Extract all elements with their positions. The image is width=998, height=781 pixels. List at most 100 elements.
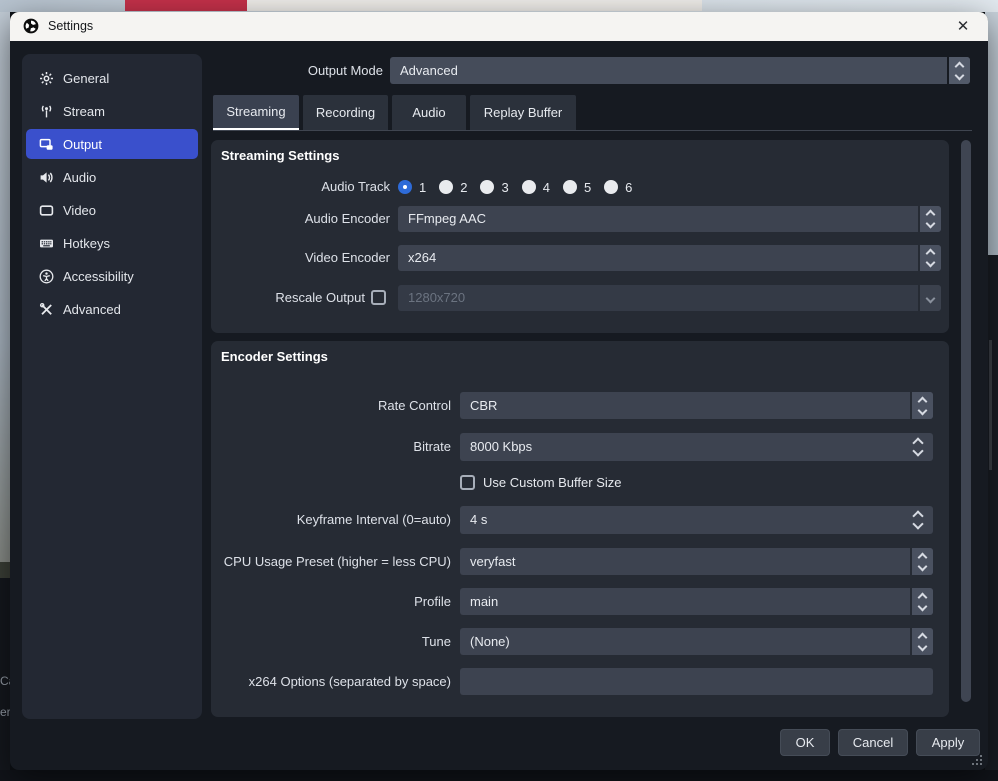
sidebar-item-label: Hotkeys <box>63 236 110 251</box>
streaming-settings-panel: Streaming Settings Audio Track 1 2 3 4 5… <box>211 140 949 333</box>
desktop-white-bar <box>247 0 702 11</box>
combo-spinner[interactable] <box>910 628 933 655</box>
output-mode-select[interactable]: Advanced <box>390 57 970 84</box>
panel-title: Streaming Settings <box>221 148 339 163</box>
tab-label: Audio <box>412 105 445 120</box>
radio-label: 4 <box>543 180 550 195</box>
profile-select[interactable]: main <box>460 588 933 615</box>
combo-spinner[interactable] <box>910 588 933 615</box>
tab-label: Streaming <box>226 104 285 119</box>
radio-track-4[interactable] <box>522 180 536 194</box>
rescale-resolution-select[interactable]: 1280x720 <box>398 285 941 311</box>
rate-control-label: Rate Control <box>211 392 451 419</box>
radio-label: 3 <box>501 180 508 195</box>
combo-spinner[interactable] <box>910 392 933 419</box>
settings-sidebar: General Stream Output <box>22 54 202 719</box>
combo-spinner <box>918 285 941 311</box>
sidebar-item-label: Output <box>63 137 102 152</box>
rate-control-select[interactable]: CBR <box>460 392 933 419</box>
close-icon[interactable]: ✕ <box>948 12 978 41</box>
radio-track-1[interactable] <box>398 180 412 194</box>
custom-buffer-checkbox[interactable] <box>460 475 475 490</box>
radio-label: 6 <box>625 180 632 195</box>
video-encoder-value: x264 <box>408 250 436 265</box>
apply-button[interactable]: Apply <box>916 729 980 756</box>
tune-label: Tune <box>211 628 451 655</box>
sidebar-item-label: Audio <box>63 170 96 185</box>
resize-grip[interactable] <box>972 755 982 765</box>
bitrate-value: 8000 Kbps <box>470 439 532 454</box>
rescale-resolution-value: 1280x720 <box>408 290 465 305</box>
tab-replay-buffer[interactable]: Replay Buffer <box>470 95 576 130</box>
obs-logo-icon <box>23 18 39 34</box>
sidebar-item-label: Stream <box>63 104 105 119</box>
sidebar-item-general[interactable]: General <box>26 63 198 93</box>
cancel-button[interactable]: Cancel <box>838 729 908 756</box>
spin-down-icon[interactable] <box>912 445 923 456</box>
desktop-red-bar <box>125 0 247 11</box>
sidebar-item-stream[interactable]: Stream <box>26 96 198 126</box>
video-encoder-select[interactable]: x264 <box>398 245 941 271</box>
bitrate-spinbox[interactable]: 8000 Kbps <box>460 433 933 461</box>
sidebar-item-hotkeys[interactable]: Hotkeys <box>26 228 198 258</box>
sidebar-item-video[interactable]: Video <box>26 195 198 225</box>
audio-encoder-select[interactable]: FFmpeg AAC <box>398 206 941 232</box>
tune-select[interactable]: (None) <box>460 628 933 655</box>
vertical-scrollbar[interactable] <box>961 140 971 702</box>
keyboard-icon <box>38 235 54 251</box>
tab-label: Recording <box>316 105 375 120</box>
rate-control-value: CBR <box>470 398 497 413</box>
titlebar[interactable]: Settings ✕ <box>10 12 988 41</box>
desktop-left-sky <box>0 12 10 562</box>
cpu-preset-value: veryfast <box>470 554 516 569</box>
radio-track-2[interactable] <box>439 180 453 194</box>
custom-buffer-label: Use Custom Buffer Size <box>483 472 621 494</box>
x264-options-label: x264 Options (separated by space) <box>211 668 451 695</box>
profile-value: main <box>470 594 498 609</box>
accessibility-icon <box>38 268 54 284</box>
sidebar-item-label: General <box>63 71 109 86</box>
audio-track-radios: 1 2 3 4 5 6 <box>398 174 645 200</box>
keyframe-interval-spinbox[interactable]: 4 s <box>460 506 933 534</box>
x264-options-input[interactable] <box>460 668 933 695</box>
keyframe-interval-value: 4 s <box>470 512 487 527</box>
window-title: Settings <box>48 12 93 41</box>
settings-window: Settings ✕ General Stream <box>10 12 988 770</box>
combo-spinner[interactable] <box>918 206 941 232</box>
desktop-right-streak <box>989 340 992 470</box>
radio-label: 5 <box>584 180 591 195</box>
combo-spinner[interactable] <box>918 245 941 271</box>
ok-button[interactable]: OK <box>780 729 830 756</box>
tab-streaming[interactable]: Streaming <box>213 95 299 130</box>
output-mode-value: Advanced <box>400 63 458 78</box>
spin-down-icon[interactable] <box>912 518 923 529</box>
gear-icon <box>38 70 54 86</box>
combo-spinner[interactable] <box>910 548 933 575</box>
audio-track-label: Audio Track <box>211 174 390 200</box>
desktop: { "window": { "title": "Settings", "clos… <box>0 0 998 781</box>
radio-track-5[interactable] <box>563 180 577 194</box>
panel-title: Encoder Settings <box>221 349 328 364</box>
tab-recording[interactable]: Recording <box>303 95 388 130</box>
profile-label: Profile <box>211 588 451 615</box>
tab-audio[interactable]: Audio <box>392 95 466 130</box>
sidebar-item-advanced[interactable]: Advanced <box>26 294 198 324</box>
sidebar-item-accessibility[interactable]: Accessibility <box>26 261 198 291</box>
sidebar-item-audio[interactable]: Audio <box>26 162 198 192</box>
bitrate-label: Bitrate <box>211 433 451 461</box>
rescale-output-checkbox[interactable] <box>371 290 386 305</box>
sidebar-item-output[interactable]: Output <box>26 129 198 159</box>
desktop-bottom-strip <box>0 770 998 781</box>
radio-track-3[interactable] <box>480 180 494 194</box>
radio-label: 1 <box>419 180 426 195</box>
output-mode-label: Output Mode <box>183 57 383 84</box>
radio-track-6[interactable] <box>604 180 618 194</box>
sidebar-item-label: Advanced <box>63 302 121 317</box>
tab-label: Replay Buffer <box>484 105 563 120</box>
combo-spinner[interactable] <box>947 57 970 84</box>
audio-encoder-label: Audio Encoder <box>211 206 390 232</box>
cpu-preset-select[interactable]: veryfast <box>460 548 933 575</box>
tools-icon <box>38 301 54 317</box>
sidebar-item-label: Accessibility <box>63 269 134 284</box>
desktop-left-band <box>0 562 10 578</box>
